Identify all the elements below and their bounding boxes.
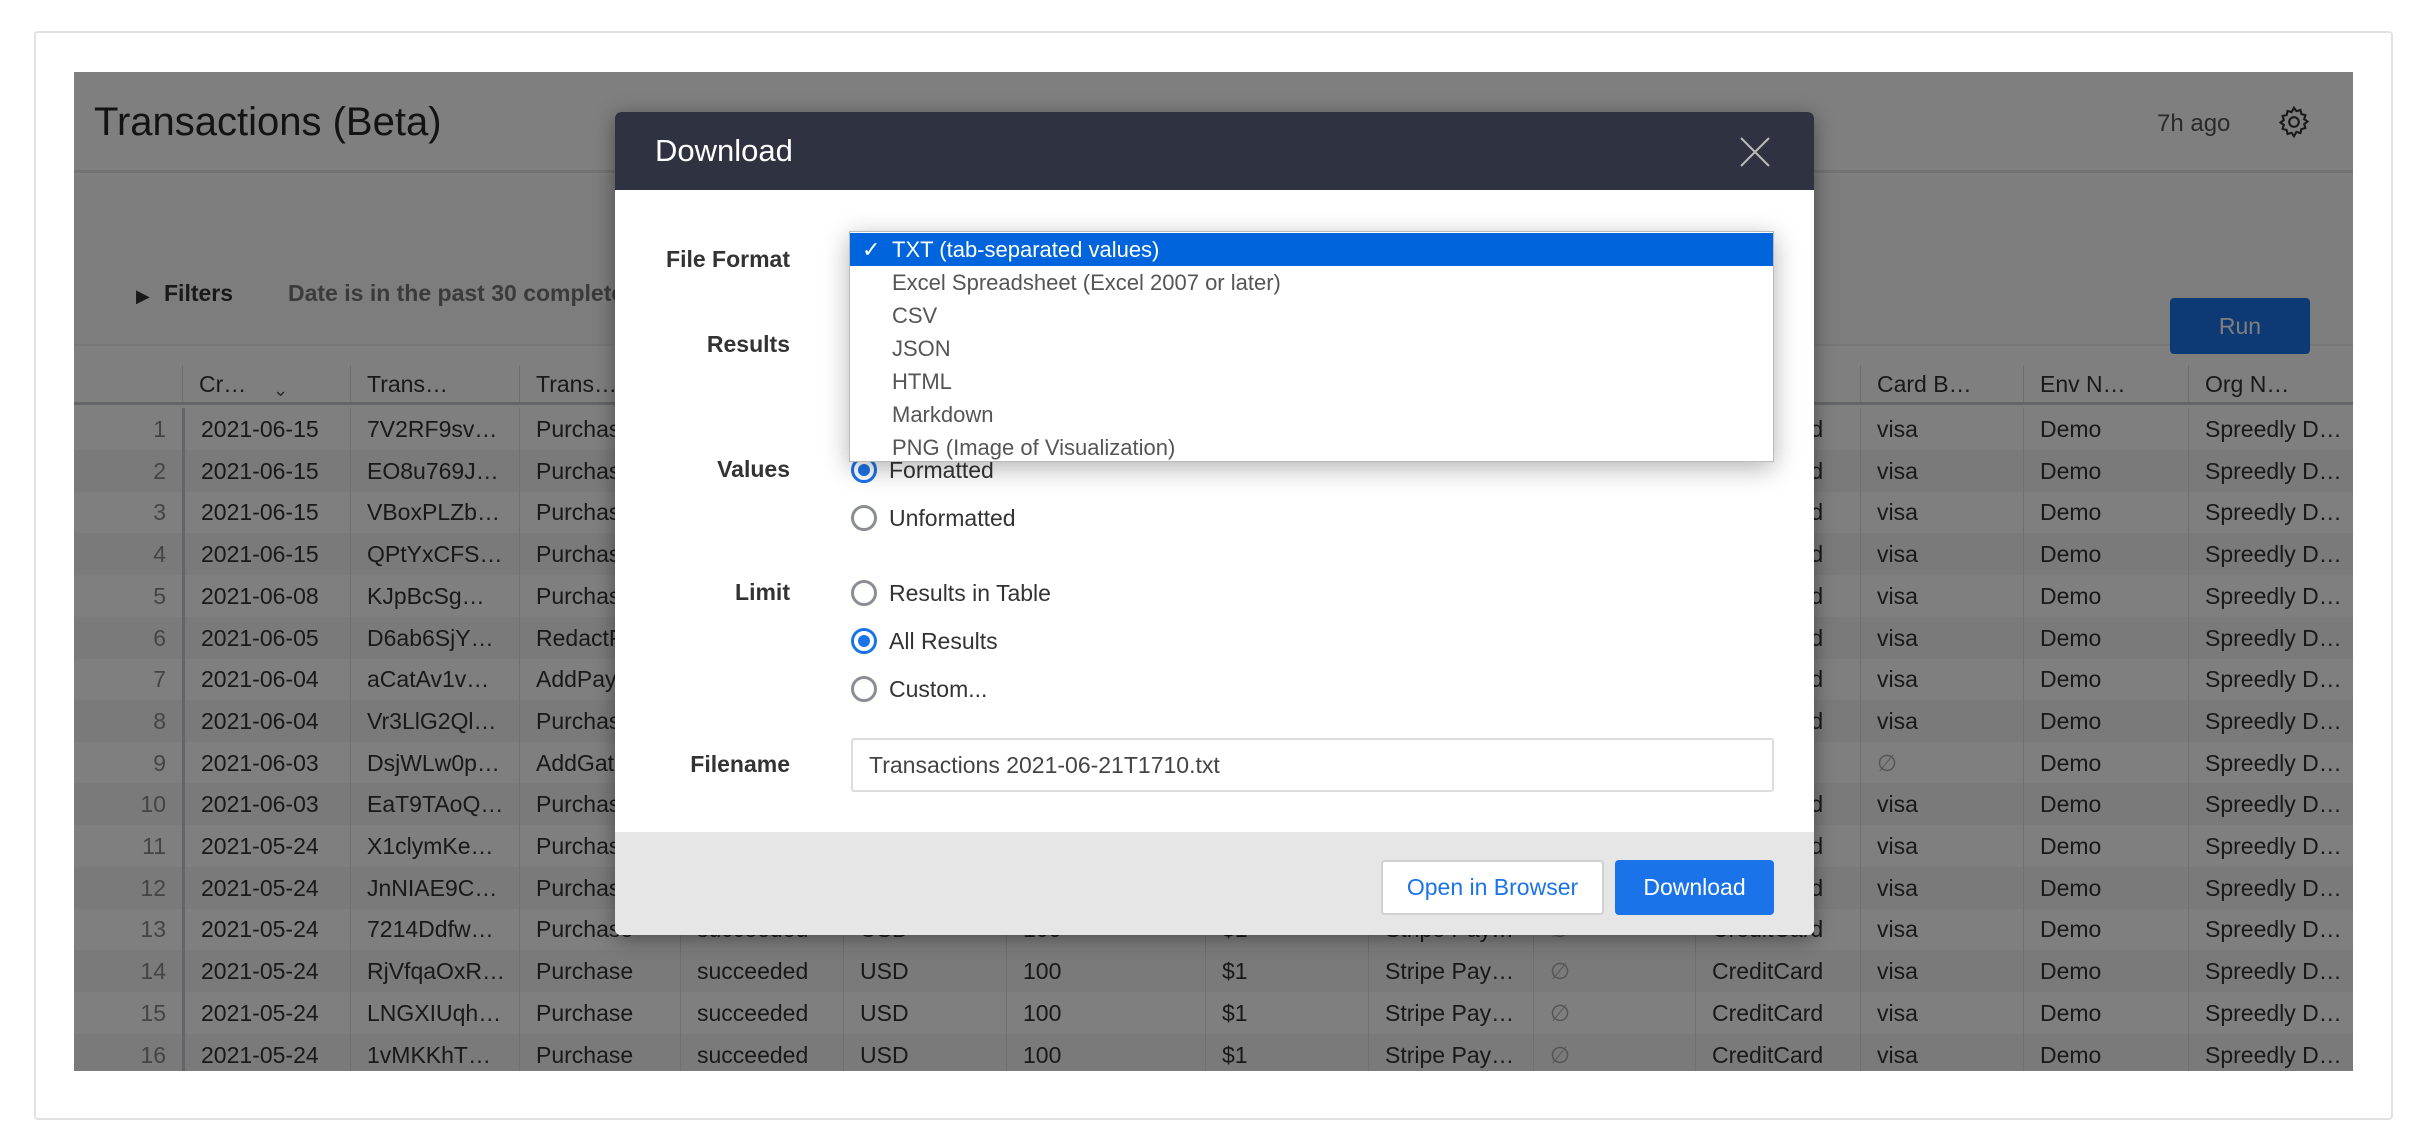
radio-icon[interactable]	[851, 580, 877, 606]
close-icon[interactable]	[1737, 134, 1773, 170]
checkmark-icon: ✓	[862, 237, 881, 262]
format-option-label: HTML	[892, 369, 952, 394]
filename-input[interactable]	[851, 738, 1774, 792]
open-in-browser-button[interactable]: Open in Browser	[1381, 860, 1604, 915]
limit-all-results-radio[interactable]: All Results	[851, 626, 998, 656]
format-option-label: PNG (Image of Visualization)	[892, 435, 1176, 460]
file-format-dropdown[interactable]: ✓ TXT (tab-separated values) Excel Spreads…	[849, 231, 1774, 462]
format-option[interactable]: Excel Spreadsheet (Excel 2007 or later)	[850, 266, 1773, 299]
format-option[interactable]: JSON	[850, 332, 1773, 365]
radio-label: Custom...	[889, 675, 988, 702]
format-option[interactable]: ✓ TXT (tab-separated values)	[850, 233, 1773, 266]
format-option-label: TXT (tab-separated values)	[892, 237, 1160, 262]
format-option[interactable]: PNG (Image of Visualization)	[850, 431, 1773, 464]
format-option-label: Excel Spreadsheet (Excel 2007 or later)	[892, 270, 1281, 295]
limit-custom-radio[interactable]: Custom...	[851, 674, 987, 704]
radio-label: All Results	[889, 627, 998, 654]
dialog-title: Download	[655, 133, 793, 168]
limit-results-in-table-radio[interactable]: Results in Table	[851, 578, 1051, 608]
file-format-label: File Format	[666, 246, 790, 272]
format-option[interactable]: Markdown	[850, 398, 1773, 431]
values-label: Values	[717, 456, 790, 482]
results-label: Results	[706, 331, 790, 357]
format-option[interactable]: CSV	[850, 299, 1773, 332]
download-button[interactable]: Download	[1615, 860, 1774, 915]
dialog-footer: Open in Browser Download	[615, 832, 1814, 935]
format-option[interactable]: HTML	[850, 365, 1773, 398]
limit-label: Limit	[735, 579, 790, 605]
radio-label: Unformatted	[889, 504, 1016, 531]
radio-icon[interactable]	[851, 505, 877, 531]
filename-label: Filename	[690, 751, 790, 777]
radio-label: Results in Table	[889, 579, 1051, 606]
values-unformatted-radio[interactable]: Unformatted	[851, 503, 1016, 533]
radio-selected-icon[interactable]	[851, 628, 877, 654]
format-option-label: Markdown	[892, 402, 994, 427]
format-option-label: JSON	[892, 336, 951, 361]
dialog-header: Download	[615, 112, 1814, 190]
format-option-label: CSV	[892, 303, 938, 328]
radio-icon[interactable]	[851, 676, 877, 702]
